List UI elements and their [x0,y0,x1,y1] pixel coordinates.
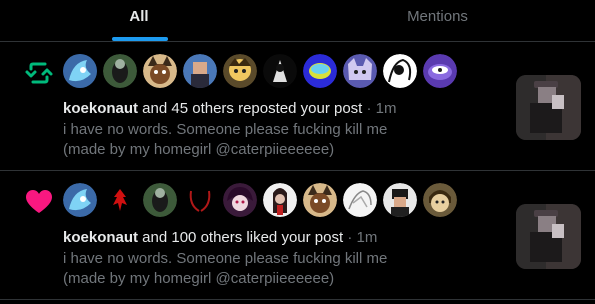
avatar[interactable] [223,183,257,217]
avatar[interactable] [423,183,457,217]
notification-repost[interactable]: koekonaut and 45 others reposted your po… [0,42,595,171]
repost-icon [25,62,53,84]
avatar[interactable] [383,183,417,217]
tab-all[interactable]: All [100,0,178,41]
notification-summary: koekonaut and 45 others reposted your po… [63,99,443,118]
avatar[interactable] [103,183,137,217]
avatar[interactable] [103,54,137,88]
notification-like[interactable]: koekonaut and 100 others liked your post… [0,171,595,300]
post-thumbnail[interactable] [516,75,581,140]
avatar[interactable] [423,54,457,88]
post-text-line: (made by my homegirl @caterpiieeeeee) [63,270,335,287]
action-text: and 45 others reposted your post [138,100,363,117]
avatar[interactable] [303,54,337,88]
avatar[interactable] [383,54,417,88]
avatar[interactable] [183,183,217,217]
avatar[interactable] [63,54,97,88]
separator-dot: · [343,229,357,246]
avatar[interactable] [263,54,297,88]
post-text-line: i have no words. Someone please fucking … [63,121,388,138]
timestamp: 1m [356,229,378,246]
avatar[interactable] [343,183,377,217]
avatar[interactable] [183,54,217,88]
post-preview-text: i have no words. Someone please fucking … [63,120,423,160]
timestamp: 1m [375,100,397,117]
avatar[interactable] [223,54,257,88]
notification-summary: koekonaut and 100 others liked your post… [63,228,443,247]
avatar[interactable] [263,183,297,217]
avatar[interactable] [343,54,377,88]
notification-tabs: All Mentions [0,0,595,42]
avatar[interactable] [303,183,337,217]
separator-dot: · [362,100,376,117]
avatar[interactable] [143,54,177,88]
post-thumbnail[interactable] [516,204,581,269]
username-link[interactable]: koekonaut [63,229,138,246]
avatar[interactable] [63,183,97,217]
heart-icon [26,190,52,213]
post-text-line: (made by my homegirl @caterpiieeeeee) [63,141,335,158]
active-tab-indicator [112,37,168,41]
username-link[interactable]: koekonaut [63,100,138,117]
action-text: and 100 others liked your post [138,229,344,246]
post-text-line: i have no words. Someone please fucking … [63,250,388,267]
avatar[interactable] [143,183,177,217]
post-preview-text: i have no words. Someone please fucking … [63,249,423,289]
tab-mentions[interactable]: Mentions [390,0,485,41]
